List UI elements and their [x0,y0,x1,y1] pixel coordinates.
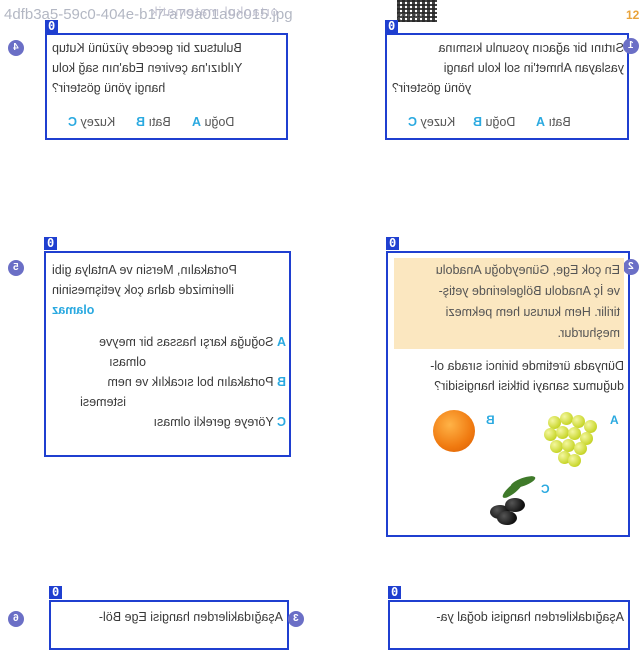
question-number-3: 3 [288,611,304,627]
qr-caption: QR KODU [397,14,426,20]
note-line: meşhurdur. [557,326,620,340]
question-line: Yıldızı'na çeviren Eda'nın sağ kolu [52,61,243,75]
question-line: Dünyada üretimde birinci sırada ol- [430,359,624,373]
options-5: A Soğuğa karşı hassas bir meyve olması B… [52,332,286,432]
brand-watermark: ortaokul matematik [150,4,278,19]
question-line: Aşağıdakilerden hangisi Ege Böl- [98,610,283,624]
option-a[interactable]: Doğu A [192,115,234,129]
page-number-text: 12 [626,8,640,22]
question-line: yaslayan Ahmet'in sol kolu hangi [443,61,624,75]
option-a[interactable]: A Soğuğa karşı hassas bir meyve [52,332,286,352]
option-c[interactable]: Kuzey C [408,115,455,129]
brand-text: ortaokul matematik [150,4,278,19]
question-text-6: Aşağıdakilerden hangisi Ege Böl- [55,607,283,627]
grapes-image [540,410,602,470]
option-b[interactable]: Doğu B [473,115,515,129]
question-text-3: Aşağıdakilerden hangisi doğal ya- [394,607,624,627]
question-line: Sırtını bir ağacın yosunlu kısmına [438,41,624,55]
question-number-1: 1 [623,38,639,54]
option-c[interactable]: Kuzey C [68,115,115,129]
question-line: Aşağıdakilerden hangisi doğal ya- [436,610,624,624]
question-line: illerimizde daha çok yetişmesinin [52,283,235,297]
option-b-cont: istemesi [80,395,126,409]
note-line: tirilir. Hem kurusu hem pekmezi [445,305,620,319]
page-number: 12 [626,8,639,22]
question-line: hangi yönü gösterir? [52,81,166,95]
question-line: Bulutsuz bir gecede yüzünü Kutup [52,41,242,55]
option-a-cont: olması [109,355,146,369]
options-4: Kuzey C Batı B Doğu A [68,115,234,129]
note-line: En çok Ege, Güneydoğu Anadolu [435,263,620,277]
box-label: 0 [386,237,400,250]
option-b[interactable]: B Portakalın bol sıcaklık ve nem [52,372,286,392]
note-line: ve İç Anadolu Bölgelerinde yetiş- [438,284,620,298]
box-label: 0 [388,586,402,599]
question-text-5: Portakalın, Mersin ve Antalya gibi iller… [52,260,286,320]
question-line: olamaz [52,303,95,317]
info-note: En çok Ege, Güneydoğu Anadolu ve İç Anad… [394,258,624,349]
option-c[interactable]: C Yöreye gerekli olması [52,412,286,432]
question-line: yönü gösterir? [392,81,472,95]
orange-image [433,410,475,452]
question-text-4: Bulutsuz bir gecede yüzünü Kutup Yıldızı… [52,38,284,98]
question-text-2: Dünyada üretimde birinci sırada ol- duğu… [392,356,624,396]
box-label: 0 [45,20,59,33]
question-text-1: Sırtını bir ağacın yosunlu kısmına yasla… [392,38,624,98]
question-line: duğumuz sanayi bitkisi hangisidir? [434,379,624,393]
fruit-label-c: C [541,482,550,496]
question-number-4: 4 [8,40,24,56]
question-line: Portakalın, Mersin ve Antalya gibi [52,263,237,277]
option-a[interactable]: Batı A [536,115,571,129]
fruit-label-b: B [486,413,495,427]
question-number-6: 6 [8,611,24,627]
fruit-label-a: A [610,413,619,427]
option-b[interactable]: Batı B [136,115,171,129]
box-label: 0 [44,237,58,250]
question-number-2: 2 [623,259,639,275]
question-number-5: 5 [8,260,24,276]
box-label: 0 [49,586,63,599]
options-1: Kuzey C Doğu B Batı A [408,115,571,129]
box-label: 0 [385,20,399,33]
